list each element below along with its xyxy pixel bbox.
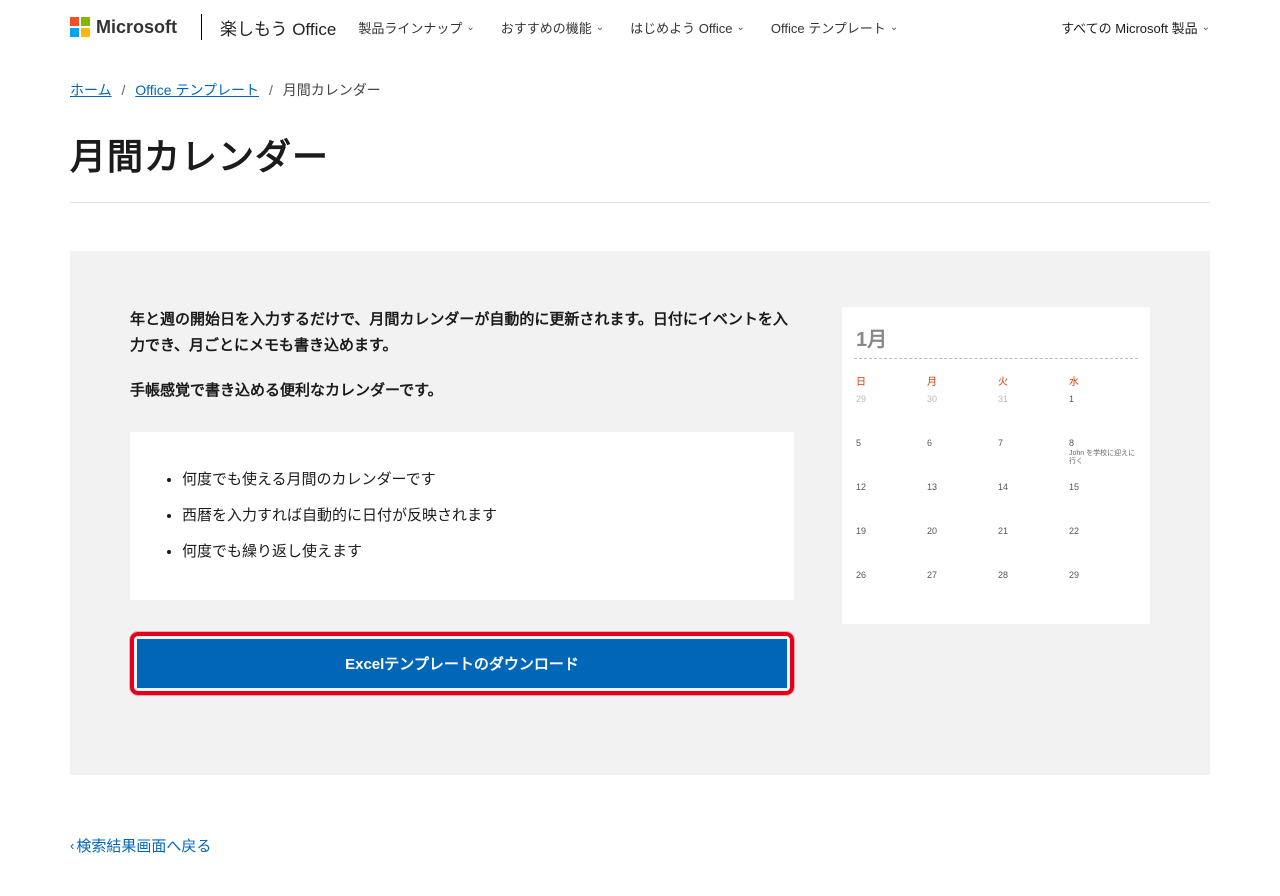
chevron-down-icon: ⌄ xyxy=(466,22,474,33)
calendar-cell: 29 xyxy=(1067,568,1138,612)
nav-items: 製品ラインナップ ⌄ おすすめの機能 ⌄ はじめよう Office ⌄ Offi… xyxy=(358,18,898,37)
calendar-cell: 20 xyxy=(925,524,996,568)
calendar-month-title: 1月 xyxy=(854,323,1138,352)
chevron-down-icon: ⌄ xyxy=(1202,22,1210,33)
calendar-table: 日 月 火 水 29303115678John を学校に迎えに行く1213141… xyxy=(854,369,1138,612)
nav-item-label: はじめよう Office xyxy=(630,18,732,37)
calendar-cell: 7 xyxy=(996,436,1067,480)
chevron-down-icon: ⌄ xyxy=(596,22,604,33)
chevron-down-icon: ⌄ xyxy=(890,22,898,33)
calendar-cell: 12 xyxy=(854,480,925,524)
site-name[interactable]: 楽しもう Office xyxy=(220,15,336,40)
calendar-cell: 5 xyxy=(854,436,925,480)
calendar-cell: 31 xyxy=(996,392,1067,436)
lead-text-2: 手帳感覚で書き込める便利なカレンダーです。 xyxy=(130,378,794,404)
breadcrumb-templates[interactable]: Office テンプレート xyxy=(135,82,259,98)
feature-item: 何度でも使える月間のカレンダーです xyxy=(182,468,764,492)
feature-list-box: 何度でも使える月間のカレンダーです 西暦を入力すれば自動的に日付が反映されます … xyxy=(130,432,794,600)
template-panel: 年と週の開始日を入力するだけで、月間カレンダーが自動的に更新されます。日付にイベ… xyxy=(70,251,1210,775)
download-highlight: Excelテンプレートのダウンロード xyxy=(130,632,794,695)
template-description: 年と週の開始日を入力するだけで、月間カレンダーが自動的に更新されます。日付にイベ… xyxy=(130,307,794,695)
calendar-cell: 6 xyxy=(925,436,996,480)
calendar-cell: 8John を学校に迎えに行く xyxy=(1067,436,1138,480)
top-nav: Microsoft 楽しもう Office 製品ラインナップ ⌄ おすすめの機能… xyxy=(70,0,1210,54)
calendar-header-sun: 日 xyxy=(854,369,925,392)
calendar-cell: 30 xyxy=(925,392,996,436)
download-excel-button[interactable]: Excelテンプレートのダウンロード xyxy=(137,639,787,688)
calendar-header-tue: 火 xyxy=(996,369,1067,392)
feature-item: 西暦を入力すれば自動的に日付が反映されます xyxy=(182,504,764,528)
chevron-down-icon: ⌄ xyxy=(736,22,744,33)
nav-item-label: おすすめの機能 xyxy=(501,18,592,37)
calendar-divider xyxy=(854,358,1138,359)
breadcrumb-sep: / xyxy=(269,82,273,98)
calendar-preview: 1月 日 月 火 水 29303115678John を学校に迎えに行く1213… xyxy=(842,307,1150,624)
back-to-results-link[interactable]: ‹ 検索結果画面へ戻る xyxy=(70,835,1210,856)
lead-text-1: 年と週の開始日を入力するだけで、月間カレンダーが自動的に更新されます。日付にイベ… xyxy=(130,307,794,358)
nav-item-label: Office テンプレート xyxy=(771,18,886,37)
nav-divider xyxy=(201,14,202,40)
title-divider xyxy=(70,202,1210,203)
calendar-cell: 22 xyxy=(1067,524,1138,568)
calendar-cell: 19 xyxy=(854,524,925,568)
calendar-cell: 29 xyxy=(854,392,925,436)
calendar-header-wed: 水 xyxy=(1067,369,1138,392)
nav-all-products-label: すべての Microsoft 製品 xyxy=(1061,18,1198,37)
breadcrumb-current: 月間カレンダー xyxy=(283,82,381,98)
nav-item-features[interactable]: おすすめの機能 ⌄ xyxy=(501,18,604,37)
calendar-cell: 13 xyxy=(925,480,996,524)
calendar-cell: 27 xyxy=(925,568,996,612)
calendar-cell: 21 xyxy=(996,524,1067,568)
nav-all-products[interactable]: すべての Microsoft 製品 ⌄ xyxy=(1061,18,1210,37)
breadcrumb: ホーム / Office テンプレート / 月間カレンダー xyxy=(70,80,1210,100)
feature-item: 何度でも繰り返し使えます xyxy=(182,540,764,564)
microsoft-logo-icon xyxy=(70,17,90,37)
calendar-cell: 14 xyxy=(996,480,1067,524)
nav-item-lineup[interactable]: 製品ラインナップ ⌄ xyxy=(358,18,474,37)
calendar-cell-note: John を学校に迎えに行く xyxy=(1069,450,1136,465)
breadcrumb-home[interactable]: ホーム xyxy=(70,82,112,98)
microsoft-logo-text: Microsoft xyxy=(96,17,177,38)
breadcrumb-sep: / xyxy=(121,82,125,98)
calendar-header-mon: 月 xyxy=(925,369,996,392)
calendar-cell: 15 xyxy=(1067,480,1138,524)
microsoft-logo[interactable]: Microsoft xyxy=(70,17,177,38)
nav-item-templates[interactable]: Office テンプレート ⌄ xyxy=(771,18,898,37)
calendar-cell: 1 xyxy=(1067,392,1138,436)
calendar-cell: 26 xyxy=(854,568,925,612)
back-link-label: 検索結果画面へ戻る xyxy=(76,835,211,856)
nav-item-getstarted[interactable]: はじめよう Office ⌄ xyxy=(630,18,745,37)
calendar-cell: 28 xyxy=(996,568,1067,612)
nav-item-label: 製品ラインナップ xyxy=(358,18,462,37)
chevron-left-icon: ‹ xyxy=(70,838,74,853)
page-title: 月間カレンダー xyxy=(70,128,1210,180)
